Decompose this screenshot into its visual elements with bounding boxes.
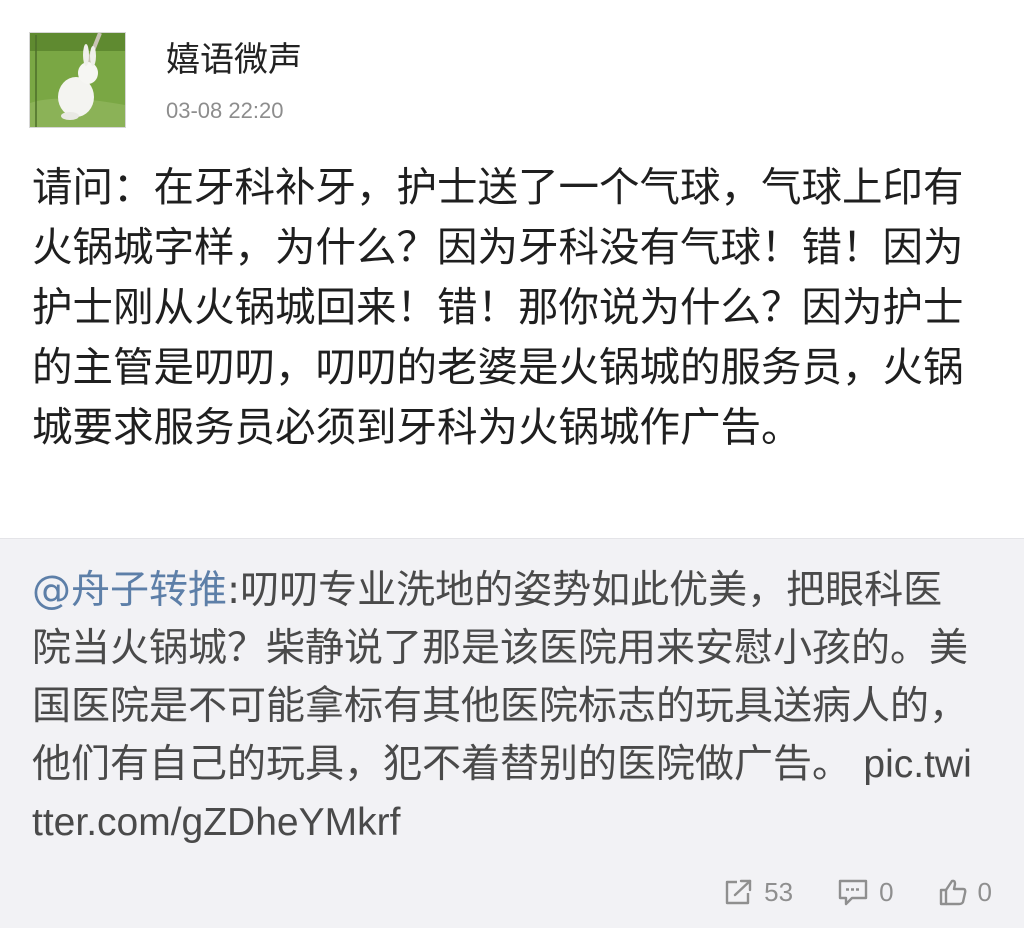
action-bar: 53 0 0 bbox=[680, 872, 992, 912]
repost-count: 53 bbox=[764, 876, 794, 907]
share-icon bbox=[725, 879, 752, 905]
like-count: 0 bbox=[977, 876, 992, 907]
comment-button[interactable]: 0 bbox=[837, 876, 894, 908]
retweet-separator: : bbox=[227, 568, 241, 613]
retweet-user-mention[interactable]: @舟子转推 bbox=[32, 568, 227, 613]
retweet-block[interactable]: @舟子转推:叨叨专业洗地的姿势如此优美，把眼科医院当火锅城？柴静说了那是该医院用… bbox=[0, 538, 1024, 928]
author-name[interactable]: 嬉语微声 bbox=[166, 38, 302, 82]
post-timestamp: 03-08 22:20 bbox=[166, 98, 284, 123]
post-header: 嬉语微声 03-08 22:20 bbox=[0, 0, 1024, 140]
thumbs-up-icon bbox=[939, 879, 966, 906]
avatar[interactable] bbox=[29, 32, 126, 128]
comment-icon bbox=[838, 879, 868, 906]
comment-count: 0 bbox=[879, 876, 894, 907]
post-body-text: 请问：在牙科补牙，护士送了一个气球，气球上印有火锅城字样，为什么？因为牙科没有气… bbox=[32, 163, 964, 451]
rabbit-avatar-icon bbox=[30, 33, 125, 127]
weibo-post-screen: 嬉语微声 03-08 22:20 请问：在牙科补牙，护士送了一个气球，气球上印有… bbox=[0, 0, 1024, 928]
retweet-body: @舟子转推:叨叨专业洗地的姿势如此优美，把眼科医院当火锅城？柴静说了那是该医院用… bbox=[32, 562, 980, 852]
like-button[interactable]: 0 bbox=[938, 877, 992, 908]
repost-button[interactable]: 53 bbox=[724, 877, 793, 908]
